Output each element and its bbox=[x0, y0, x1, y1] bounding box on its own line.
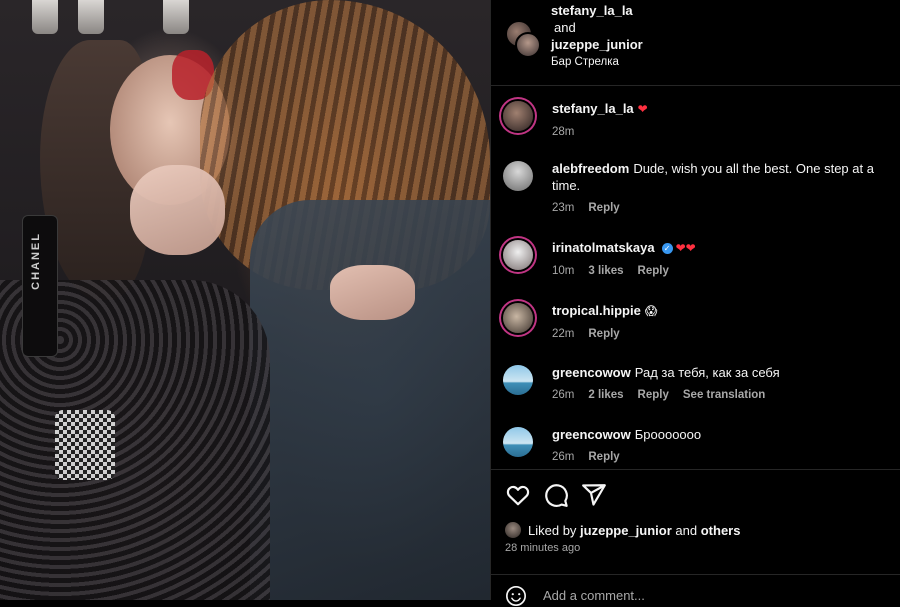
photo-hand bbox=[330, 265, 415, 320]
reply-button[interactable]: Reply bbox=[638, 389, 669, 401]
avatar[interactable] bbox=[503, 365, 533, 395]
comment-body: tropical.hippie 😱 22m Reply bbox=[552, 302, 888, 343]
comment-username[interactable]: tropical.hippie bbox=[552, 303, 641, 318]
comment-username[interactable]: alebfreedom bbox=[552, 161, 629, 176]
comment-username[interactable]: irinatolmatskaya bbox=[552, 240, 655, 255]
comment-username[interactable]: greencowow bbox=[552, 427, 631, 442]
header-username-1[interactable]: stefany_la_la bbox=[551, 2, 643, 19]
post-header: stefany_la_la and juzeppe_junior Бар Стр… bbox=[491, 0, 900, 86]
likes-count[interactable]: 3 likes bbox=[588, 265, 623, 277]
header-username-2[interactable]: juzeppe_junior bbox=[551, 36, 643, 53]
lamp-decor bbox=[78, 0, 104, 34]
reply-button[interactable]: Reply bbox=[588, 328, 619, 340]
comment-body: alebfreedom Dude, wish you all the best. … bbox=[552, 160, 888, 217]
photo-houndstooth-bag bbox=[55, 410, 115, 480]
heart-icon[interactable] bbox=[505, 482, 531, 508]
comments-list[interactable]: stefany_la_la ❤ 28m alebfreedom Dude, wish… bbox=[491, 87, 900, 469]
post-viewer: CHANEL stefany_la_la and juzeppe_junior … bbox=[0, 0, 900, 606]
comment-time: 28m bbox=[552, 126, 575, 138]
avatar[interactable] bbox=[505, 522, 521, 538]
post-side-panel: stefany_la_la and juzeppe_junior Бар Стр… bbox=[490, 0, 900, 606]
post-photo[interactable]: CHANEL bbox=[0, 0, 490, 600]
comment-time: 26m bbox=[552, 451, 575, 463]
header-text: stefany_la_la and juzeppe_junior Бар Стр… bbox=[551, 2, 643, 71]
avatar[interactable] bbox=[503, 101, 533, 131]
avatar[interactable] bbox=[515, 32, 541, 58]
post-actions: Liked by juzeppe_junior and others 28 mi… bbox=[491, 469, 900, 606]
avatar[interactable] bbox=[503, 161, 533, 191]
liked-by-line: Liked by juzeppe_junior and others bbox=[505, 522, 740, 538]
share-icon[interactable] bbox=[581, 482, 607, 508]
comment-username[interactable]: greencowow bbox=[552, 365, 631, 380]
comment-meta: 26m 2 likes Reply See translation bbox=[552, 387, 888, 404]
lamp-decor bbox=[32, 0, 58, 34]
comment-time: 26m bbox=[552, 389, 575, 401]
heart-emoji: ❤ bbox=[637, 102, 648, 116]
hearts-emoji: ❤❤ bbox=[675, 241, 696, 255]
comment-text: Рад за тебя, как за себя bbox=[634, 365, 780, 380]
comment-time: 22m bbox=[552, 328, 575, 340]
comment-meta: 26m Reply bbox=[552, 449, 888, 466]
header-and: and bbox=[554, 20, 576, 35]
comment-icon[interactable] bbox=[543, 482, 569, 508]
comment-text: Броооoooo bbox=[634, 427, 702, 442]
comment-input[interactable]: Add a comment... bbox=[543, 588, 645, 603]
liked-by-username[interactable]: juzeppe_junior bbox=[580, 523, 672, 538]
comment-body: greencowow Рад за тебя, как за себя 26m 2 … bbox=[552, 364, 888, 404]
liked-and: and bbox=[675, 522, 698, 538]
photo-jacket bbox=[250, 200, 490, 600]
avatar[interactable] bbox=[503, 303, 533, 333]
comment-meta: 22m Reply bbox=[552, 326, 888, 343]
comment-meta: 28m bbox=[552, 124, 888, 141]
reply-button[interactable]: Reply bbox=[588, 451, 619, 463]
comment-body: stefany_la_la ❤ 28m bbox=[552, 100, 888, 141]
comment-username[interactable]: stefany_la_la bbox=[552, 101, 634, 116]
comment-time: 23m bbox=[552, 202, 575, 214]
post-time: 28 minutes ago bbox=[505, 542, 581, 554]
add-comment-bar[interactable]: Add a comment... bbox=[491, 574, 900, 607]
comment-time: 10m bbox=[552, 265, 575, 277]
comment-meta: 23m Reply bbox=[552, 200, 888, 217]
liked-others-link[interactable]: others bbox=[701, 523, 741, 538]
comment-meta: 10m 3 likes Reply bbox=[552, 263, 888, 280]
comment-body: greencowow Броооoooo 26m Reply bbox=[552, 426, 888, 466]
verified-badge-icon: ✓ bbox=[661, 243, 673, 255]
see-translation-button[interactable]: See translation bbox=[683, 389, 765, 401]
reply-button[interactable]: Reply bbox=[588, 202, 619, 214]
lamp-decor bbox=[163, 0, 189, 34]
photo-hand bbox=[130, 165, 225, 255]
reply-button[interactable]: Reply bbox=[638, 265, 669, 277]
scream-emoji: 😱 bbox=[644, 304, 658, 318]
liked-prefix: Liked by bbox=[528, 522, 577, 538]
avatar[interactable] bbox=[503, 427, 533, 457]
likes-count[interactable]: 2 likes bbox=[588, 389, 623, 401]
avatar[interactable] bbox=[503, 240, 533, 270]
emoji-icon[interactable] bbox=[505, 585, 527, 607]
header-location[interactable]: Бар Стрелка bbox=[551, 54, 643, 71]
comment-body: irinatolmatskaya ✓ ❤❤ 10m 3 likes Reply bbox=[552, 239, 888, 280]
photo-strap-text: CHANEL bbox=[30, 232, 42, 290]
